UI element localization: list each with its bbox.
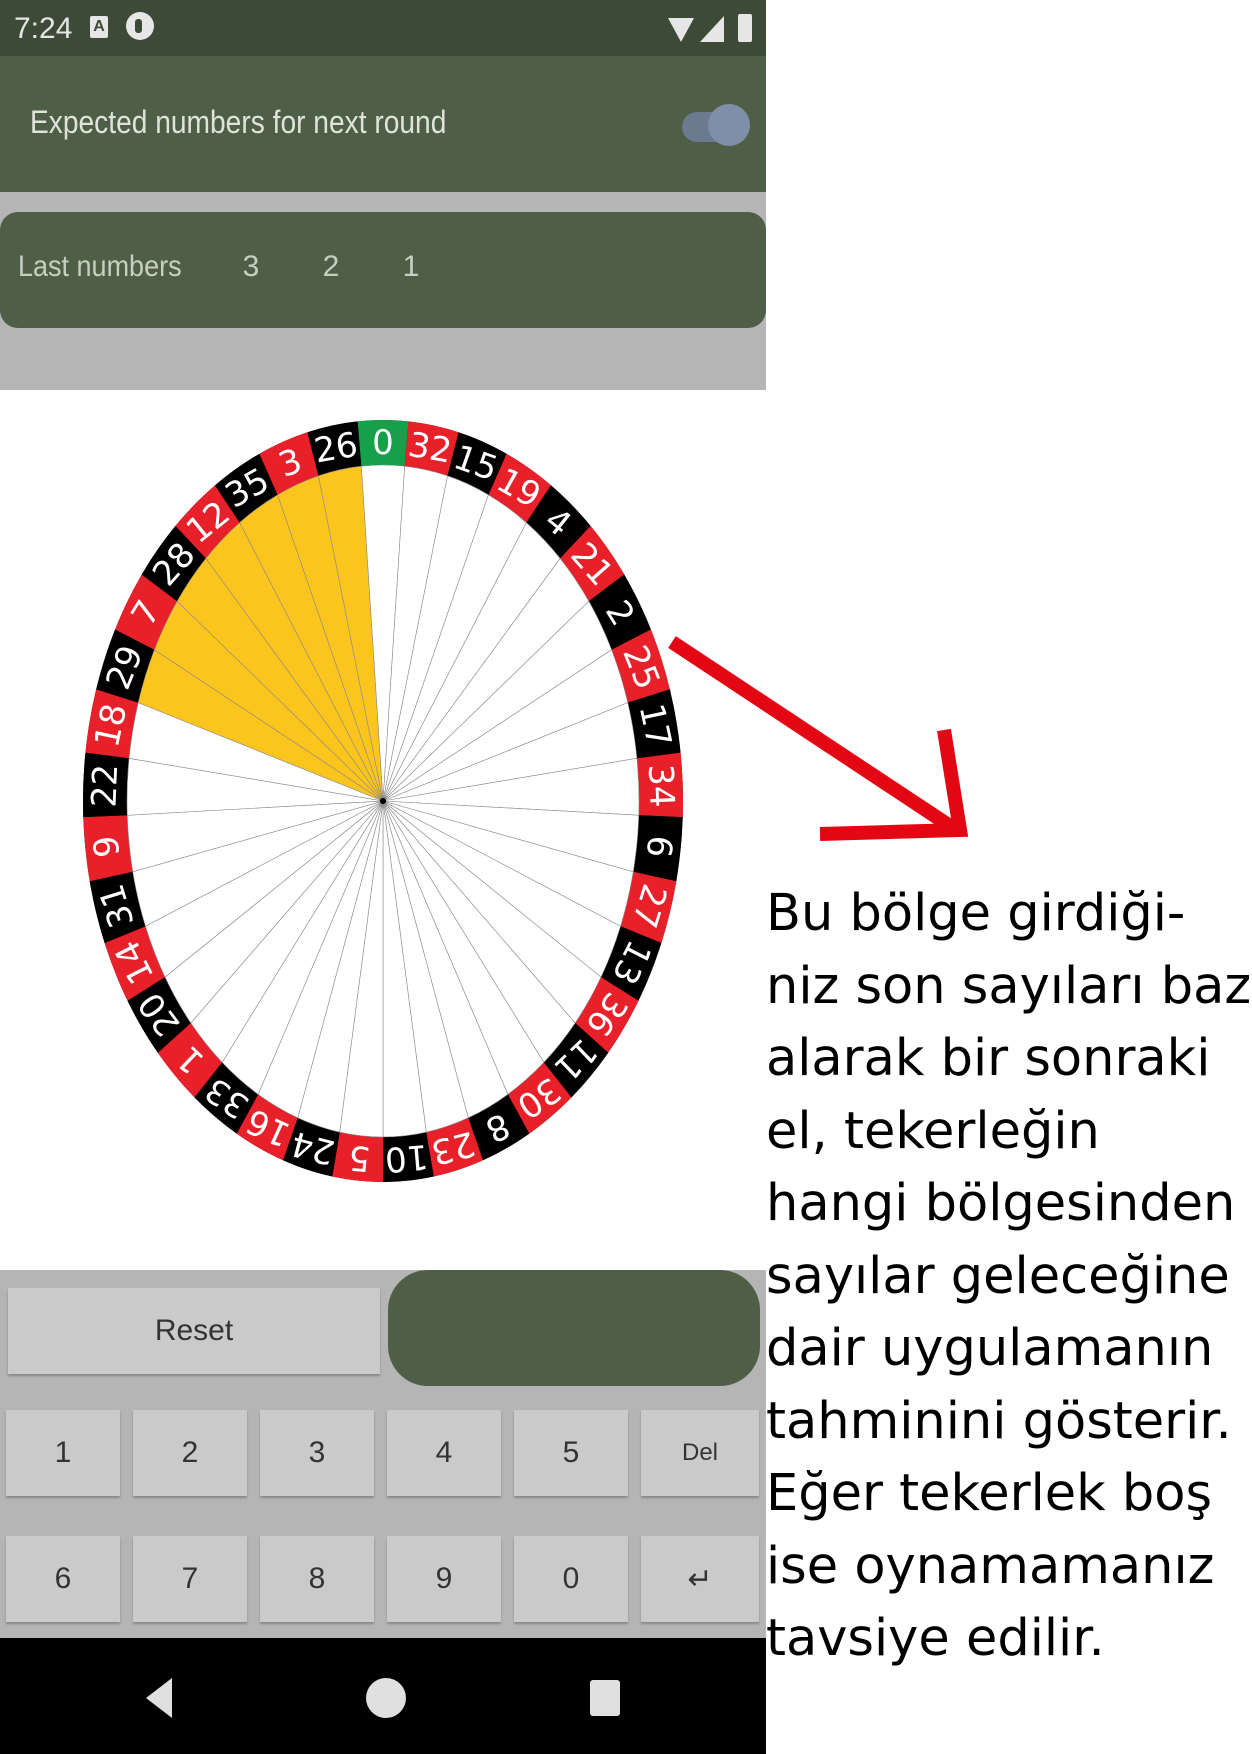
annotation-line: alarak bir sonraki <box>766 1029 1211 1088</box>
enter-button[interactable]: ↵ <box>641 1536 759 1622</box>
pocket-label: 5 <box>347 1137 372 1179</box>
annotation-line: Bu bölge girdiği- <box>766 884 1186 943</box>
notification-a-icon: A <box>90 16 108 38</box>
status-bar: 7:24 A <box>0 0 766 56</box>
last-number-2: 2 <box>322 250 340 283</box>
cell-signal-icon <box>700 16 724 42</box>
annotation-line: hangi bölgesinden <box>766 1174 1236 1233</box>
key-5[interactable]: 5 <box>514 1410 628 1496</box>
status-time: 7:24 <box>14 12 73 45</box>
annotation-line: niz son sayıları baz <box>766 956 1252 1016</box>
last-numbers-label: Last numbers <box>18 250 182 283</box>
pocket-label: 32 <box>405 425 454 472</box>
annotation-arrow <box>668 636 969 841</box>
key-4[interactable]: 4 <box>387 1410 501 1496</box>
key-7[interactable]: 7 <box>133 1536 247 1622</box>
annotation-line: tavsiye edilir. <box>766 1609 1105 1668</box>
key-9[interactable]: 9 <box>387 1536 501 1622</box>
wifi-icon <box>668 18 694 42</box>
roulette-wheel-graphic: 0 321519421225173462713361130823105241633… <box>83 420 683 1182</box>
app-bar: Expected numbers for next round <box>0 56 766 192</box>
delete-button[interactable]: Del <box>641 1410 759 1496</box>
page-title: Expected numbers for next round <box>30 104 447 140</box>
pocket-label: 10 <box>383 1136 430 1180</box>
annotation-line: Eğer tekerlek boş <box>766 1464 1213 1523</box>
last-number-1: 3 <box>242 250 260 283</box>
key-2[interactable]: 2 <box>133 1410 247 1496</box>
phone-screen: 7:24 A Expected numbers for next round L… <box>0 0 766 1754</box>
last-number-3: 1 <box>402 250 420 283</box>
home-icon[interactable] <box>366 1678 406 1718</box>
key-0[interactable]: 0 <box>514 1536 628 1622</box>
arrow-shaft <box>668 636 960 836</box>
notification-b-icon <box>126 12 154 40</box>
key-8[interactable]: 8 <box>260 1536 374 1622</box>
annotation-text: Bu bölge girdiği- niz son sayıları baz a… <box>766 878 1252 1676</box>
annotation-line: el, tekerleğin <box>766 1101 1100 1161</box>
pocket-label: 26 <box>311 425 360 472</box>
annotation-line: dair uygulamanın <box>766 1319 1214 1378</box>
annotation-line: tahminini gösterir. <box>766 1391 1232 1451</box>
wheel-center <box>380 798 386 804</box>
navigation-bar <box>0 1638 766 1754</box>
recents-icon[interactable] <box>590 1680 620 1716</box>
pocket-label: 22 <box>84 763 126 808</box>
annotation-line: sayılar geleceğine <box>766 1246 1230 1306</box>
reset-button[interactable]: Reset <box>8 1288 380 1374</box>
key-1[interactable]: 1 <box>6 1410 120 1496</box>
action-button[interactable] <box>388 1270 760 1386</box>
back-icon[interactable] <box>146 1678 172 1718</box>
last-numbers-card: Last numbers 3 2 1 <box>0 212 766 328</box>
number-keypad: Reset 1 2 3 4 5 Del 6 7 8 9 0 ↵ <box>0 1270 766 1638</box>
pocket-label: 0 <box>372 423 394 463</box>
key-3[interactable]: 3 <box>260 1410 374 1496</box>
prediction-toggle-thumb[interactable] <box>708 104 750 146</box>
annotation-line: ise oynamamanız <box>766 1536 1215 1596</box>
roulette-wheel: 0 32 15 19 4 21 2 25 17 34 6 27 13 36 11 30 8 23 10 5 24 16 33… <box>80 418 686 1184</box>
battery-icon <box>738 14 752 42</box>
key-6[interactable]: 6 <box>6 1536 120 1622</box>
